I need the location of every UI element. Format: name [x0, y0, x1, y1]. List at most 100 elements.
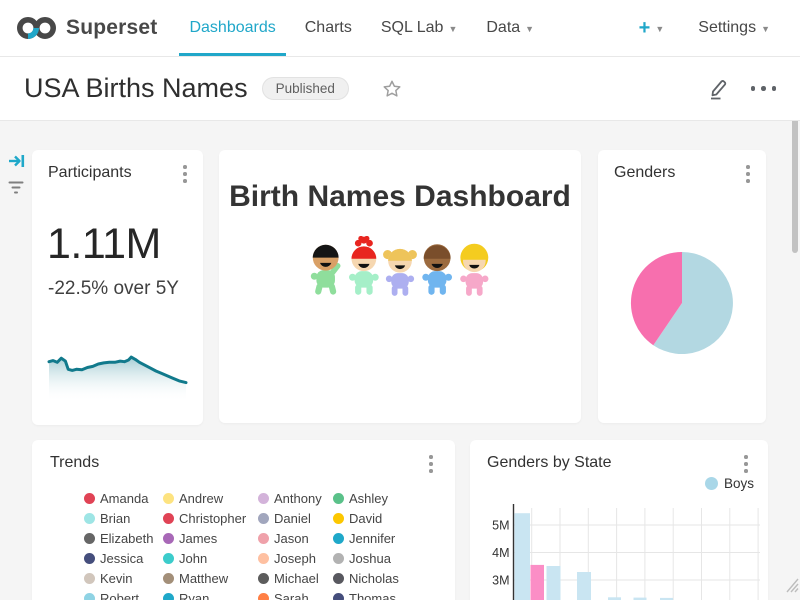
nav-dashboards[interactable]: Dashboards [179, 0, 285, 56]
legend-item-christopher[interactable]: Christopher [163, 508, 258, 528]
legend-item-amanda[interactable]: Amanda [84, 488, 163, 508]
legend-dot [333, 533, 344, 544]
legend-label: Jessica [100, 551, 143, 566]
legend-item-john[interactable]: John [163, 548, 258, 568]
svg-text:5M: 5M [492, 519, 509, 533]
legend-item-thomas[interactable]: Thomas [333, 588, 433, 600]
legend-item-joshua[interactable]: Joshua [333, 548, 433, 568]
card-header: Participants [32, 150, 203, 190]
superset-logo[interactable]: Superset [16, 0, 157, 56]
expand-filter-bar-icon[interactable] [8, 153, 26, 174]
legend-item-daniel[interactable]: Daniel [258, 508, 333, 528]
children-illustration [307, 236, 493, 300]
caret-down-icon: ▼ [448, 24, 457, 34]
legend-label: Robert [100, 591, 139, 600]
legend-dot [258, 533, 269, 544]
legend-dot [84, 513, 95, 524]
legend-item-michael[interactable]: Michael [258, 568, 333, 588]
legend-label: Michael [274, 571, 319, 586]
legend-item-ryan[interactable]: Ryan [163, 588, 258, 600]
edit-dashboard-icon[interactable] [707, 77, 729, 101]
nav-data[interactable]: Data▼ [476, 0, 544, 56]
legend-item-jessica[interactable]: Jessica [84, 548, 163, 568]
legend-label: Ryan [179, 591, 209, 600]
card-resize-handle-icon[interactable] [785, 577, 799, 598]
legend-label: Matthew [179, 571, 228, 586]
legend-label: Jennifer [349, 531, 395, 546]
legend-label: Sarah [274, 591, 309, 600]
legend-item-ashley[interactable]: Ashley [333, 488, 433, 508]
favorite-star-icon[interactable] [381, 78, 403, 100]
participants-trend-chart[interactable] [46, 336, 189, 404]
legend-dot [84, 493, 95, 504]
legend-dot [333, 553, 344, 564]
legend-label: Thomas [349, 591, 396, 600]
brand-name: Superset [66, 16, 157, 40]
card-header: Genders by State [470, 440, 768, 480]
nav-sql-lab[interactable]: SQL Lab▼ [371, 0, 467, 56]
boys-legend-dot [705, 477, 718, 490]
filter-icon[interactable] [7, 180, 25, 200]
legend-dot [258, 593, 269, 600]
bar-boys-3[interactable] [577, 572, 591, 600]
legend-item-james[interactable]: James [163, 528, 258, 548]
bar-boys-0[interactable] [515, 513, 531, 600]
markdown-card: Birth Names Dashboard [219, 150, 581, 423]
legend-item-kevin[interactable]: Kevin [84, 568, 163, 588]
new-item-button[interactable]: +▼ [639, 17, 665, 40]
legend-label: Kevin [100, 571, 133, 586]
legend-item-jason[interactable]: Jason [258, 528, 333, 548]
legend-item-matthew[interactable]: Matthew [163, 568, 258, 588]
more-options-icon[interactable] [751, 86, 777, 91]
chart-menu-icon[interactable] [425, 453, 437, 475]
legend-item-joseph[interactable]: Joseph [258, 548, 333, 568]
caret-down-icon: ▼ [761, 24, 770, 34]
bar-boys-2[interactable] [547, 566, 561, 600]
legend-label: Brian [100, 511, 130, 526]
genders-pie-chart[interactable] [627, 248, 737, 358]
main-nav: Dashboards Charts SQL Lab▼ Data▼ [179, 0, 553, 56]
svg-text:4M: 4M [492, 546, 509, 560]
legend-label: Jason [274, 531, 309, 546]
legend-dot [333, 593, 344, 600]
chart-title: Genders by State [487, 454, 612, 472]
legend-label: John [179, 551, 207, 566]
legend-item-sarah[interactable]: Sarah [258, 588, 333, 600]
chart-menu-icon[interactable] [179, 163, 191, 185]
legend-dot [333, 573, 344, 584]
chart-title: Genders [614, 164, 675, 182]
legend-label: Anthony [274, 491, 322, 506]
chart-menu-icon[interactable] [742, 163, 754, 185]
legend-item-boys[interactable]: Boys [705, 476, 754, 491]
legend-dot [163, 533, 174, 544]
legend-dot [163, 553, 174, 564]
legend-label: Elizabeth [100, 531, 153, 546]
chart-menu-icon[interactable] [740, 453, 752, 475]
card-header: Trends [32, 440, 455, 480]
nav-charts[interactable]: Charts [295, 0, 362, 56]
legend-item-anthony[interactable]: Anthony [258, 488, 333, 508]
legend-item-andrew[interactable]: Andrew [163, 488, 258, 508]
legend-item-david[interactable]: David [333, 508, 433, 528]
boys-legend-label: Boys [724, 476, 754, 491]
legend-item-brian[interactable]: Brian [84, 508, 163, 528]
published-badge[interactable]: Published [262, 77, 349, 100]
legend-item-nicholas[interactable]: Nicholas [333, 568, 433, 588]
settings-menu[interactable]: Settings▼ [698, 19, 770, 37]
legend-dot [84, 553, 95, 564]
bar-girls-1[interactable] [531, 565, 545, 600]
legend-item-robert[interactable]: Robert [84, 588, 163, 600]
legend-item-jennifer[interactable]: Jennifer [333, 528, 433, 548]
top-navbar: Superset Dashboards Charts SQL Lab▼ Data… [0, 0, 800, 57]
legend-dot [333, 513, 344, 524]
legend-label: James [179, 531, 217, 546]
legend-dot [163, 513, 174, 524]
header-actions [707, 77, 777, 101]
legend-dot [333, 493, 344, 504]
participants-card: Participants 1.11M -22.5% over 5Y [32, 150, 203, 425]
legend-label: David [349, 511, 382, 526]
legend-dot [84, 593, 95, 600]
legend-item-elizabeth[interactable]: Elizabeth [84, 528, 163, 548]
genders-by-state-bar-chart[interactable]: 5M4M3M [470, 496, 768, 600]
legend-label: Joseph [274, 551, 316, 566]
